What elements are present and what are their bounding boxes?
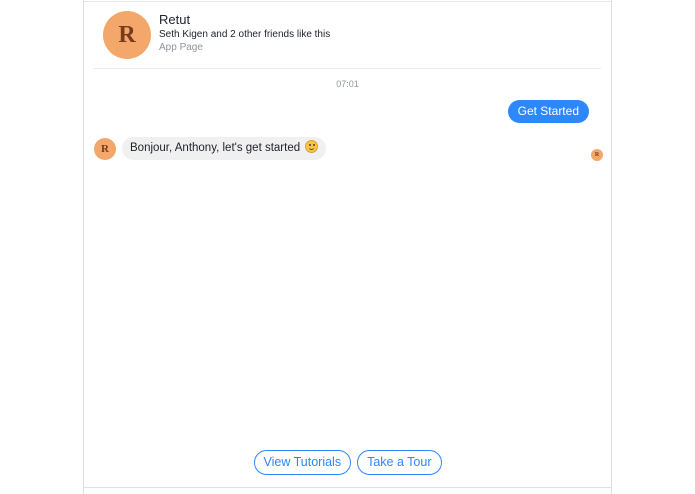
page-type-label: App Page [159,42,203,53]
slightly-smiling-face-icon [305,140,319,153]
take-a-tour-button[interactable]: Take a Tour [357,450,442,475]
sender-avatar[interactable]: R [94,138,116,160]
message-timestamp: 07:01 [336,79,359,89]
view-tutorials-button[interactable]: View Tutorials [253,450,352,475]
outgoing-message-bubble[interactable]: Get Started [507,100,589,123]
read-receipt-avatar: R [591,149,603,161]
page-header: R Retut Seth Kigen and 2 other friends l… [94,2,601,69]
page-likes-text: Seth Kigen and 2 other friends like this [159,29,331,40]
incoming-message-text: Bonjour, Anthony, let's get started [130,142,301,154]
quick-replies: View Tutorials Take a Tour [84,450,611,475]
page-avatar[interactable]: R [103,11,151,59]
composer-divider [84,487,611,488]
page-name[interactable]: Retut [159,12,190,27]
incoming-message-bubble[interactable]: Bonjour, Anthony, let's get started [122,137,327,160]
messenger-chat-panel: R Retut Seth Kigen and 2 other friends l… [83,0,612,494]
